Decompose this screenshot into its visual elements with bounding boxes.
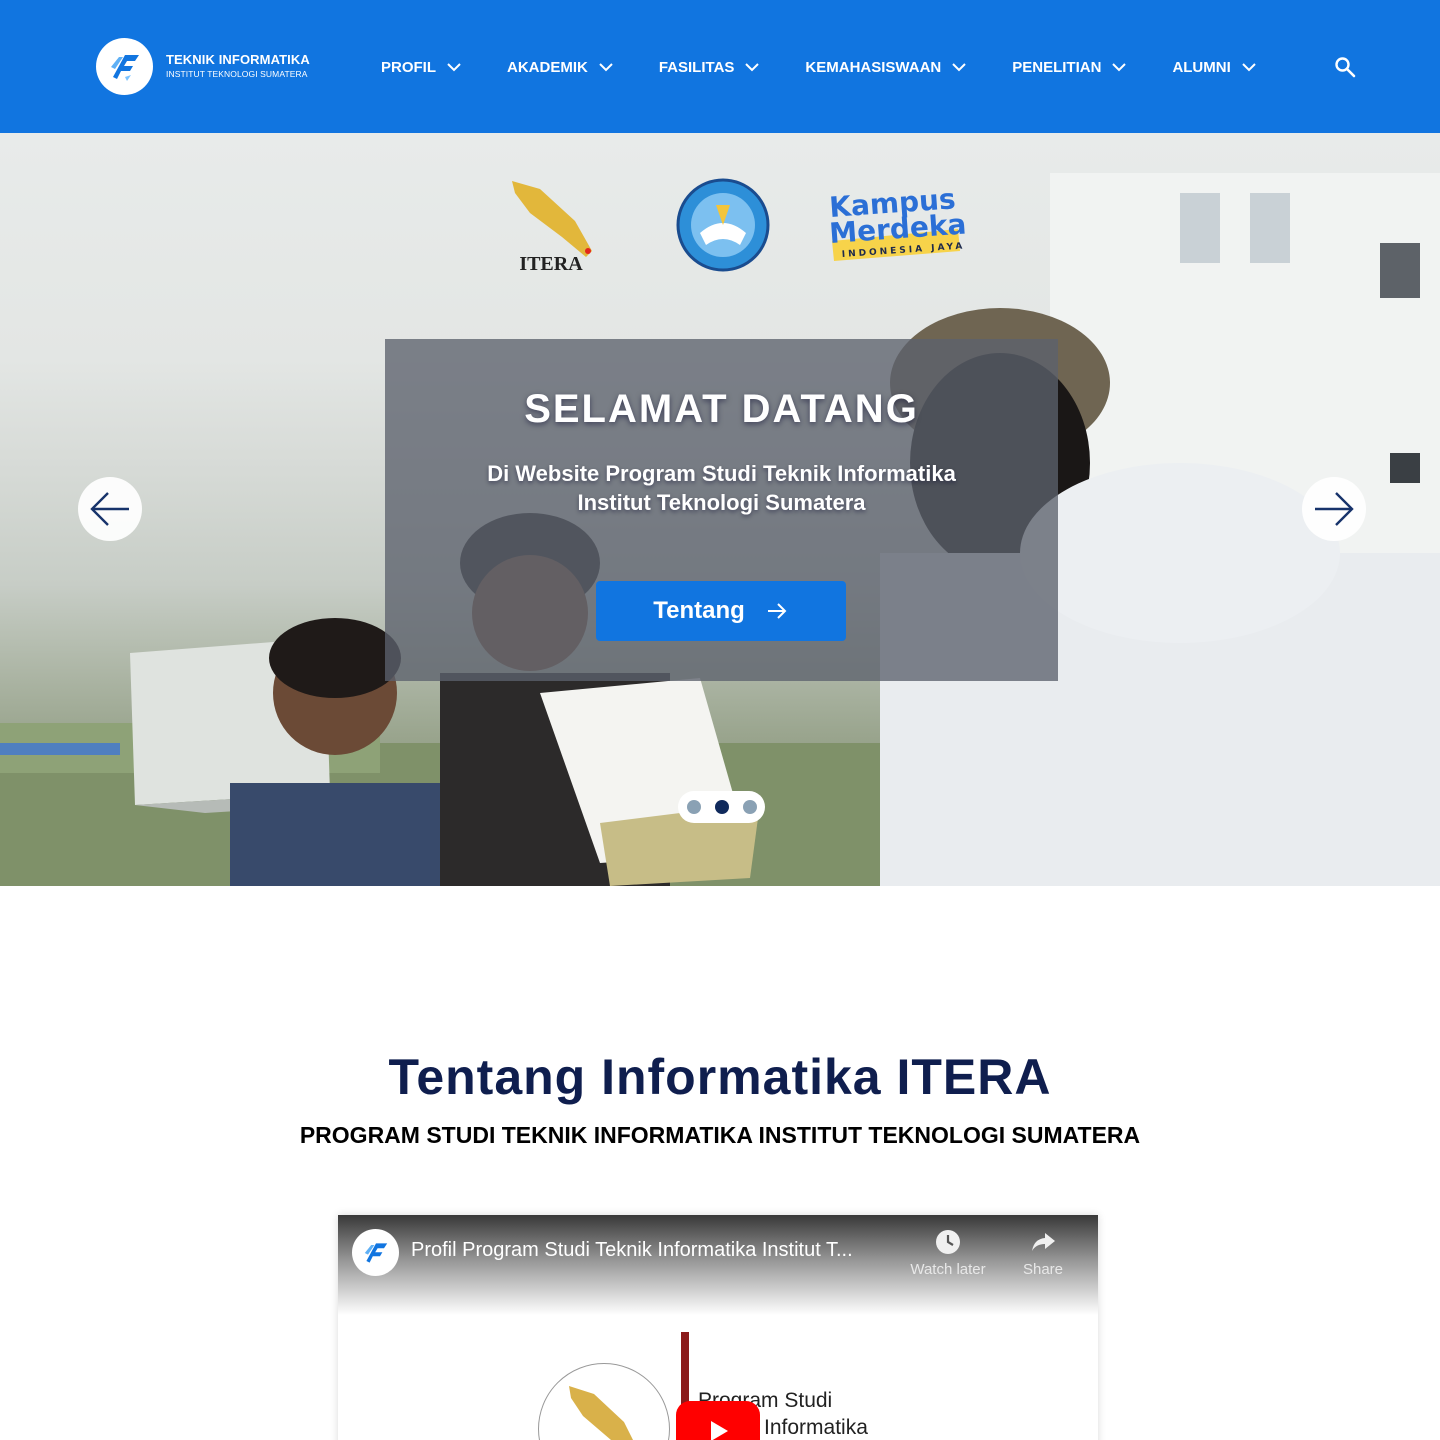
youtube-video-embed[interactable]: Program Studi Informatika Profil Program… [338,1215,1098,1440]
chevron-down-icon [952,63,966,72]
share-icon [1032,1233,1055,1251]
hero-carousel: ITERA Kampus Merdeka INDONESIA JAYA SELA… [0,133,1440,886]
arrow-right-icon [767,603,787,619]
watch-later-button[interactable]: Watch later [903,1229,993,1278]
video-title[interactable]: Profil Program Studi Teknik Informatika … [411,1239,891,1262]
kampus-merdeka-logo-icon: Kampus Merdeka INDONESIA JAYA [828,182,967,261]
carousel-next-button[interactable] [1302,477,1366,541]
partner-logos: ITERA Kampus Merdeka INDONESIA JAYA [512,178,967,275]
nav-item-alumni[interactable]: ALUMNI [1172,59,1256,76]
nav-item-label: PROFIL [381,58,436,76]
chevron-down-icon [599,63,613,72]
watch-later-label: Watch later [910,1261,986,1278]
nav-item-label: ALUMNI [1172,58,1231,76]
tutwuri-logo-icon [676,178,770,272]
chevron-down-icon [745,63,760,72]
nav-item-label: KEMAHASISWAAN [805,58,942,76]
hero-subtitle-line-1: Di Website Program Studi Teknik Informat… [487,461,956,486]
arrow-right-icon [1315,492,1354,526]
video-top-bar: Profil Program Studi Teknik Informatika … [338,1215,1098,1315]
tentang-button-label: Tentang [653,597,745,624]
play-icon [711,1421,728,1440]
about-subtitle: PROGRAM STUDI TEKNIK INFORMATIKA INSTITU… [299,1122,1141,1148]
brand-logo-icon [96,38,153,95]
nav-item-label: AKADEMIK [507,58,588,76]
clock-icon [936,1230,960,1254]
brand-title: TEKNIK INFORMATIKA [166,52,310,67]
channel-logo-icon [364,1242,387,1263]
main-nav: PROFIL AKADEMIK FASILITAS KEMAHASISWAAN … [381,55,1257,79]
hero-subtitle-line-2: Institut Teknologi Sumatera [577,490,866,515]
share-button[interactable]: Share [998,1229,1088,1278]
site-header: TEKNIK INFORMATIKA INSTITUT TEKNOLOGI SU… [0,0,1440,133]
about-title: Tentang Informatika ITERA [388,1049,1052,1105]
nav-item-fasilitas[interactable]: FASILITAS [659,59,761,76]
youtube-play-button[interactable] [676,1401,760,1440]
search-icon[interactable] [1334,56,1356,78]
nav-item-penelitian[interactable]: PENELITIAN [1012,59,1127,76]
nav-item-kemahasiswaan[interactable]: KEMAHASISWAAN [805,59,967,76]
nav-item-label: FASILITAS [658,58,735,76]
carousel-pagination [678,791,765,823]
chevron-down-icon [1242,63,1256,72]
video-thumbnail: Program Studi Informatika [338,1315,1098,1440]
arrow-left-icon [90,492,129,526]
nav-item-profil[interactable]: PROFIL [381,59,462,76]
carousel-dot-2[interactable] [714,800,729,814]
chevron-down-icon [1112,63,1127,72]
share-label: Share [1022,1261,1064,1278]
brand-link[interactable]: TEKNIK INFORMATIKA INSTITUT TEKNOLOGI SU… [96,38,310,95]
carousel-prev-button[interactable] [78,477,142,541]
itera-logo-icon: ITERA [512,181,592,275]
itera-logo-icon [538,1363,670,1440]
channel-avatar[interactable] [352,1229,399,1276]
hero-title: SELAMAT DATANG [524,387,919,431]
tentang-button[interactable]: Tentang [596,581,846,641]
brand-subtitle: INSTITUT TEKNOLOGI SUMATERA [166,69,308,79]
carousel-dot-1[interactable] [686,800,701,814]
nav-item-label: PENELITIAN [1012,58,1102,76]
hero-overlay: SELAMAT DATANG Di Website Program Studi … [385,339,1058,681]
itera-logo-text: ITERA [519,253,583,275]
hero-subtitle: Di Website Program Studi Teknik Informat… [385,459,1058,517]
carousel-dot-3[interactable] [742,800,757,814]
nav-item-akademik[interactable]: AKADEMIK [507,59,614,76]
chevron-down-icon [447,63,461,72]
